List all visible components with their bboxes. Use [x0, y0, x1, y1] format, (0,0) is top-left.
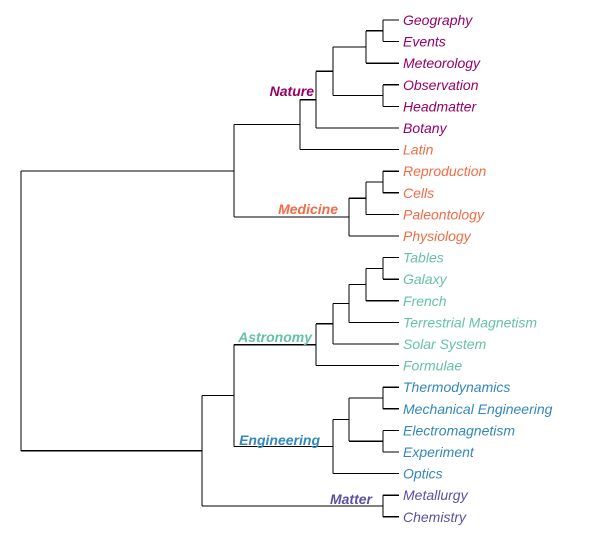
dendrogram-edges: [20, 19, 399, 518]
leaf-label: Physiology: [403, 228, 472, 244]
leaf-label: Optics: [403, 466, 443, 482]
clade-label-nature: Nature: [270, 83, 315, 99]
leaf-label: Formulae: [403, 358, 462, 374]
leaf-label: Terrestrial Magnetism: [403, 314, 537, 330]
leaf-label: Chemistry: [403, 509, 467, 525]
clade-labels: Nature Medicine Astronomy Engineering Matter: [237, 83, 373, 507]
clade-label-engineering: Engineering: [239, 432, 320, 448]
leaf-label: Galaxy: [403, 271, 448, 287]
clade-label-matter: Matter: [330, 491, 374, 507]
leaf-label: Reproduction: [403, 163, 486, 179]
leaf-label: Headmatter: [403, 98, 477, 114]
clade-label-medicine: Medicine: [278, 201, 338, 217]
leaf-label: Paleontology: [403, 206, 485, 222]
leaf-label: Observation: [403, 77, 479, 93]
clade-label-astronomy: Astronomy: [237, 329, 313, 345]
leaf-label: Thermodynamics: [403, 379, 510, 395]
leaf-labels: Geography Events Meteorology Observation Hea…: [403, 12, 553, 525]
leaf-label: Events: [403, 34, 446, 50]
leaf-label: Experiment: [403, 444, 475, 460]
leaf-label: French: [403, 293, 447, 309]
dendrogram: Geography Events Meteorology Observation Hea…: [20, 12, 553, 525]
leaf-label: Meteorology: [403, 55, 481, 71]
leaf-label: Botany: [403, 120, 448, 136]
leaf-label: Solar System: [403, 336, 487, 352]
leaf-label: Geography: [403, 12, 473, 28]
leaf-label: Tables: [403, 250, 444, 266]
leaf-label: Cells: [403, 185, 434, 201]
leaf-label: Electromagnetism: [403, 422, 515, 438]
leaf-label: Latin: [403, 142, 434, 158]
leaf-label: Metallurgy: [403, 487, 469, 503]
leaf-label: Mechanical Engineering: [403, 401, 553, 417]
